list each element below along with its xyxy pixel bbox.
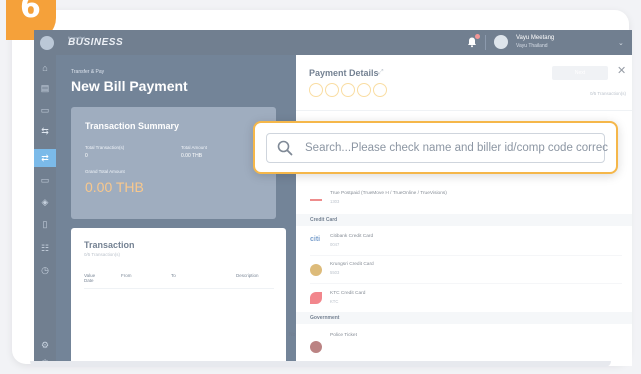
biller-search-input[interactable]: Search...Please check name and biller id… [266, 133, 608, 163]
search-icon [277, 140, 293, 156]
tutorial-frame: 6 Krungthai BUSINESS Vayu Meetang Vayu T… [6, 0, 632, 366]
search-highlight: Search...Please check name and biller id… [253, 121, 618, 174]
app-screen: Krungthai BUSINESS Vayu Meetang Vayu Tha… [34, 30, 632, 366]
dim-overlay [34, 30, 632, 366]
search-placeholder: Search...Please check name and biller id… [305, 142, 608, 154]
step-number: 6 [20, 0, 41, 25]
bottom-shadow [30, 361, 611, 367]
